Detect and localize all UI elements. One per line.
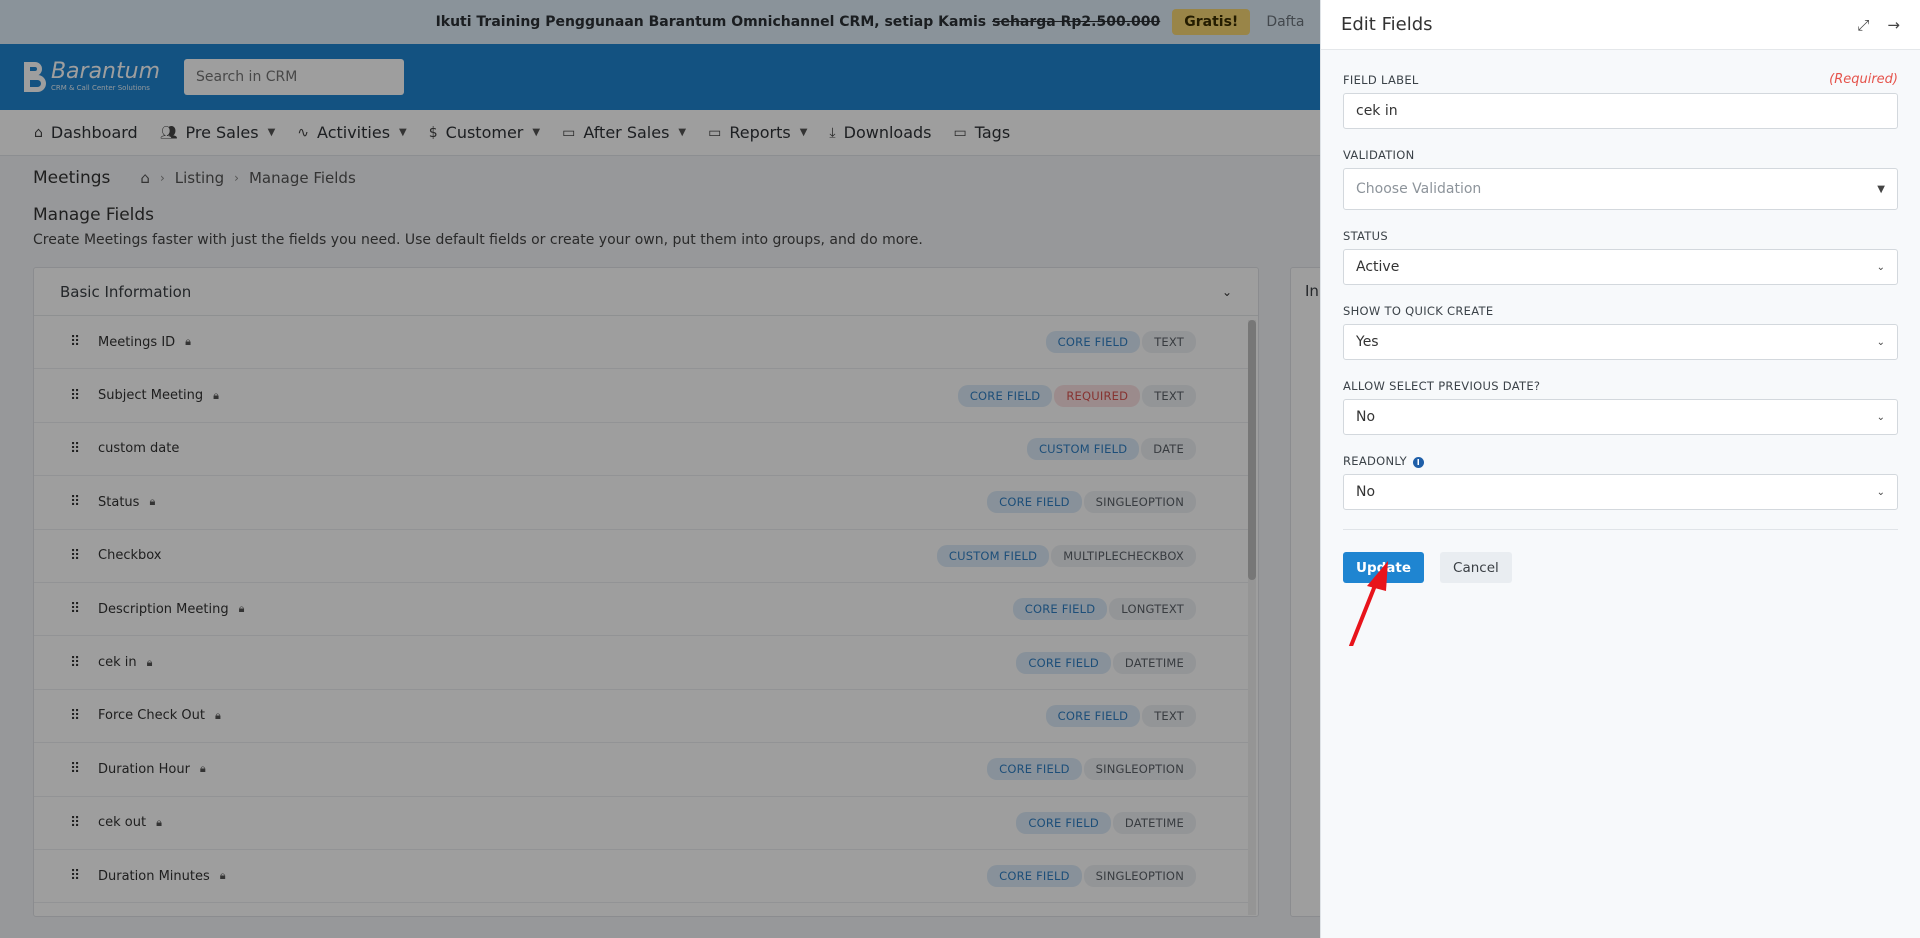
field-label-label: FIELD LABEL xyxy=(1343,72,1419,87)
annotation-arrow-icon xyxy=(1349,561,1388,646)
validation-select[interactable]: Choose Validation ▼ xyxy=(1343,168,1898,210)
caret-down-icon: ▼ xyxy=(1877,183,1885,195)
status-select[interactable]: Active ⌄ xyxy=(1343,249,1898,285)
required-note: (Required) xyxy=(1829,72,1898,87)
status-label: STATUS xyxy=(1343,229,1388,243)
prev-date-select[interactable]: No ⌄ xyxy=(1343,399,1898,435)
quick-create-select[interactable]: Yes ⌄ xyxy=(1343,324,1898,360)
readonly-label: READONLY xyxy=(1343,454,1407,468)
readonly-value: No xyxy=(1356,484,1376,500)
field-label-input[interactable]: cek in xyxy=(1343,93,1898,129)
edit-field-form: FIELD LABEL (Required) cek in VALIDATION… xyxy=(1321,50,1920,583)
readonly-select[interactable]: No ⌄ xyxy=(1343,474,1898,510)
chevron-down-icon: ⌄ xyxy=(1876,411,1885,423)
chevron-down-icon: ⌄ xyxy=(1876,486,1885,498)
drawer-header: Edit Fields ⤢ → xyxy=(1321,0,1920,50)
prev-date-value: No xyxy=(1356,409,1376,425)
chevron-down-icon: ⌄ xyxy=(1876,336,1885,348)
quick-create-value: Yes xyxy=(1356,334,1379,350)
edit-fields-drawer: Edit Fields ⤢ → FIELD LABEL (Required) c… xyxy=(1320,0,1920,938)
quick-create-label: SHOW TO QUICK CREATE xyxy=(1343,304,1494,318)
prev-date-label: ALLOW SELECT PREVIOUS DATE? xyxy=(1343,379,1541,393)
close-arrow-icon[interactable]: → xyxy=(1887,16,1900,34)
drawer-title: Edit Fields xyxy=(1341,14,1433,35)
status-value: Active xyxy=(1356,259,1400,275)
modal-backdrop[interactable] xyxy=(0,0,1320,938)
validation-placeholder: Choose Validation xyxy=(1356,181,1482,197)
cancel-button[interactable]: Cancel xyxy=(1440,552,1512,583)
validation-label: VALIDATION xyxy=(1343,148,1415,162)
field-label-value: cek in xyxy=(1356,103,1398,119)
form-divider xyxy=(1343,529,1898,530)
chevron-down-icon: ⌄ xyxy=(1876,261,1885,273)
info-icon[interactable]: i xyxy=(1412,457,1424,468)
expand-icon[interactable]: ⤢ xyxy=(1857,16,1869,34)
